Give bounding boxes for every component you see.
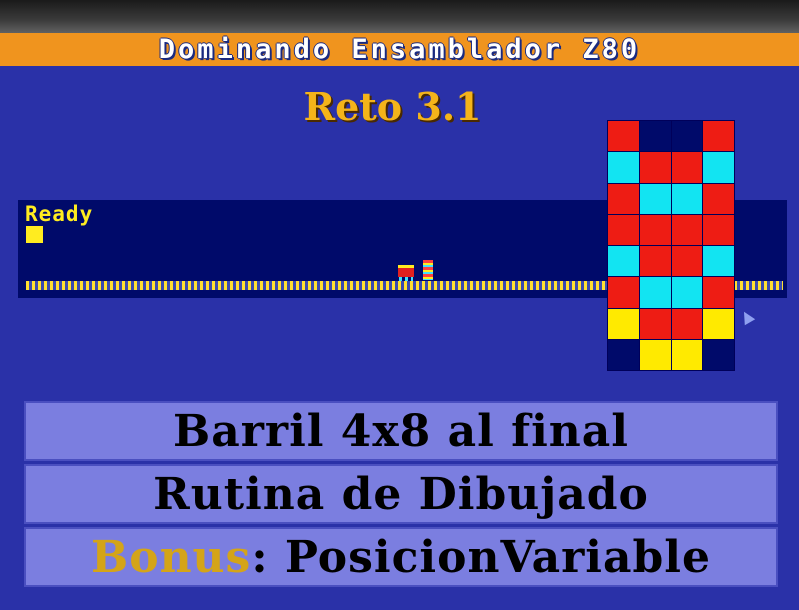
barrel-pixel xyxy=(608,152,639,183)
banner-barrel-text: Barril 4x8 al final xyxy=(173,405,629,457)
barrel-pixel xyxy=(639,121,671,152)
barrel-pixel xyxy=(639,214,671,245)
barrel-sprite-zoom xyxy=(607,120,735,371)
barrel-pixel xyxy=(639,308,671,339)
barrel-pixel xyxy=(671,183,703,214)
mouse-pointer-icon xyxy=(738,308,756,326)
barrel-pixel xyxy=(703,121,734,152)
banner-bonus: Bonus: PosicionVariable xyxy=(24,527,778,587)
text-cursor xyxy=(26,226,43,243)
course-title: Dominando Ensamblador Z80 xyxy=(158,34,641,65)
bonus-text: : PosicionVariable xyxy=(251,531,711,583)
banner-routine-text: Rutina de Dibujado xyxy=(153,468,649,520)
barrel-pixel xyxy=(639,246,671,277)
barrel-pixel xyxy=(671,308,703,339)
barrel-pixel xyxy=(703,183,734,214)
barrel-pixel xyxy=(703,339,734,370)
banner-routine: Rutina de Dibujado xyxy=(24,464,778,524)
barrel-pixel xyxy=(608,121,639,152)
barrel-pixel xyxy=(608,277,639,308)
barrel-pixel xyxy=(608,214,639,245)
barrel-pixel xyxy=(608,308,639,339)
barrel-pixel xyxy=(703,277,734,308)
barrel-pixel xyxy=(671,214,703,245)
barrel-pixel xyxy=(671,152,703,183)
barrel-pixel xyxy=(671,277,703,308)
banner-barrel: Barril 4x8 al final xyxy=(24,401,778,461)
barrel-pixel xyxy=(671,246,703,277)
barrel-pixel xyxy=(639,152,671,183)
barrel-pixel xyxy=(671,339,703,370)
barrel-pixel xyxy=(639,339,671,370)
barrel-pixel xyxy=(703,152,734,183)
bonus-word: Bonus xyxy=(91,531,252,583)
small-barrel-sprite xyxy=(423,260,433,280)
monitor-bezel xyxy=(0,0,799,36)
barrel-pixel xyxy=(639,183,671,214)
barrel-pixel xyxy=(608,183,639,214)
barrel-pixel xyxy=(608,339,639,370)
player-sprite xyxy=(396,262,416,282)
ready-prompt: Ready xyxy=(25,202,94,226)
barrel-pixel xyxy=(703,214,734,245)
barrel-pixel xyxy=(703,308,734,339)
barrel-pixel xyxy=(639,277,671,308)
title-bar: Dominando Ensamblador Z80 xyxy=(0,33,799,66)
barrel-pixel xyxy=(671,121,703,152)
barrel-pixel xyxy=(703,246,734,277)
barrel-pixel xyxy=(608,246,639,277)
